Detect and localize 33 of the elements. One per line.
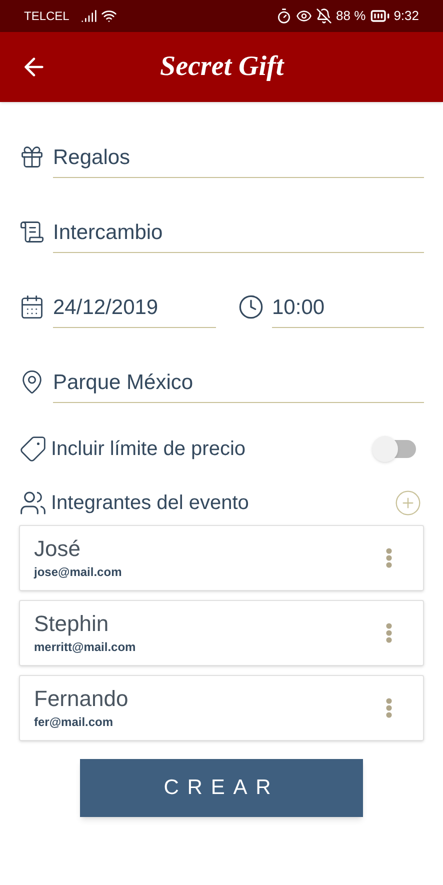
input-field[interactable]: Parque México [53,366,424,403]
input-field[interactable]: Regalos [53,142,424,178]
tag-icon [19,435,47,463]
clock-text: 9:32 [394,7,419,26]
members-label: Integrantes del evento [51,491,250,516]
timer-icon [276,8,292,24]
list-icon [19,219,45,245]
price-limit-label: Incluir límite de precio [51,437,247,462]
more-options-button[interactable] [386,548,392,568]
wifi-icon [101,8,118,24]
member-email: jose@mail.com [34,564,123,581]
eye-icon [296,8,312,24]
app-title: Secret Gift [160,50,284,84]
input-field[interactable]: 24/12/2019 [53,292,216,328]
gift-icon [19,144,45,170]
member-name: Stephin [34,610,110,638]
member-name: Fernando [34,685,130,713]
battery-text: 88 % [336,7,366,26]
calendar-icon [19,294,45,320]
clock-icon [238,294,264,320]
people-icon [19,489,47,517]
member-name: José [34,535,82,563]
bell-off-icon [316,8,332,24]
more-options-button[interactable] [386,698,392,718]
add-member-button[interactable] [394,489,422,517]
input-field[interactable]: 10:00 [272,292,424,328]
signal-icon [81,8,98,24]
input-field[interactable]: Intercambio [53,216,424,253]
more-options-button[interactable] [386,623,392,643]
member-email: merritt@mail.com [34,639,137,656]
member-email: fer@mail.com [34,714,114,731]
carrier-text: TELCEL [24,8,70,25]
create-button[interactable]: CREAR [80,759,363,817]
